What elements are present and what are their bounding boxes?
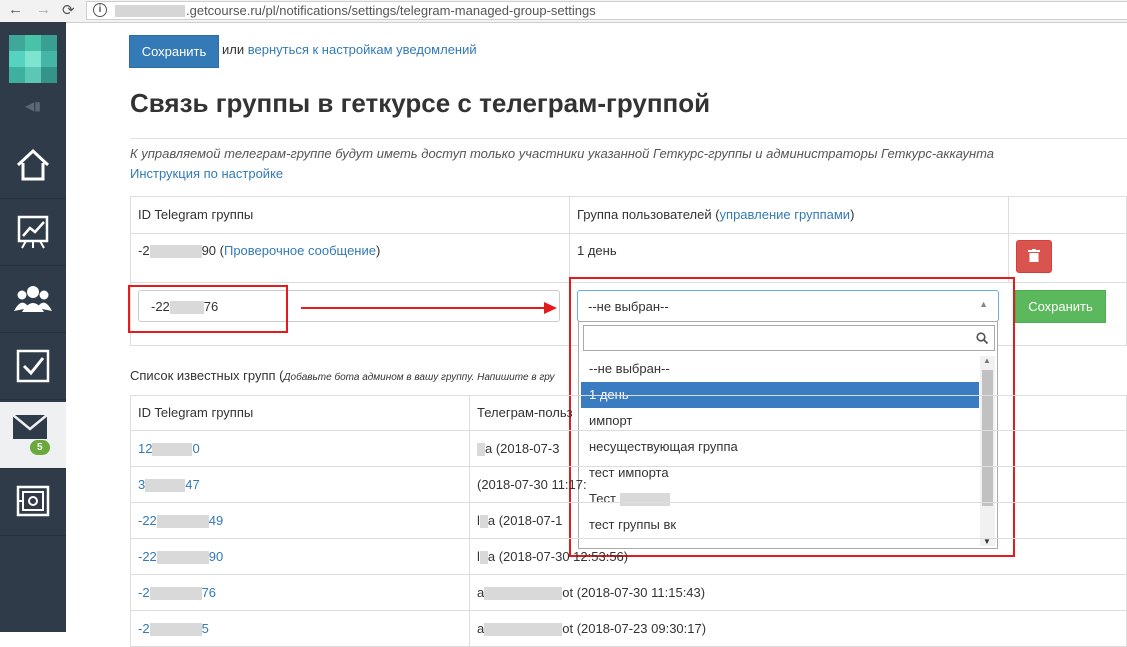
group-user: la (2018-07-1 (477, 513, 563, 529)
annotation-arrow (301, 307, 546, 309)
group-user: a ot (2018-07-23 09:30:17) (477, 621, 707, 637)
col-header-group: Группа пользователей (управление группам… (577, 207, 855, 222)
reload-icon[interactable]: ⟳ (62, 1, 75, 19)
blurred-text (156, 551, 209, 565)
main-content: Сохранить или вернуться к настройкам уве… (66, 22, 1127, 647)
home-icon (16, 148, 50, 181)
group-id-link[interactable]: -2 76 (138, 585, 216, 601)
blurred-text (152, 443, 193, 457)
blurred-text (149, 623, 202, 637)
sidebar: ◀▮ 5 (0, 22, 66, 632)
col-header-id: ID Telegram группы (138, 405, 254, 420)
sidebar-item-safe[interactable] (0, 469, 66, 536)
page-description: К управляемой телеграм-группе будут имет… (130, 146, 995, 161)
sidebar-item-home[interactable] (0, 132, 66, 199)
annotation-box (128, 285, 288, 333)
known-groups-title: Список известных групп (Добавьте бота ад… (130, 368, 555, 383)
group-user: a (2018-07-3 (477, 441, 559, 457)
blurred-text (156, 515, 209, 529)
delete-button[interactable] (1016, 240, 1052, 273)
sidebar-item-users[interactable] (0, 266, 66, 333)
group-user: (2018-07-30 11:17: (477, 477, 587, 492)
notification-badge: 5 (30, 440, 50, 455)
blurred-subdomain (115, 5, 185, 17)
logo-icon[interactable] (9, 35, 57, 83)
back-arrow-icon[interactable]: ← (8, 1, 23, 18)
group-id-link[interactable]: -22 49 (138, 513, 223, 529)
table-row (469, 502, 1127, 539)
sidebar-item-messages[interactable]: 5 (0, 402, 66, 469)
group-id-link[interactable]: -2 5 (138, 621, 209, 637)
blurred-text (484, 587, 563, 601)
check-message-link[interactable]: Проверочное сообщение (224, 243, 376, 258)
table-header-cell (1008, 196, 1127, 234)
group-user: la (2018-07-30 12:53:56) (477, 549, 629, 565)
table-cell (569, 233, 1009, 283)
back-link-row: или вернуться к настройкам уведомлений (222, 42, 477, 57)
table-row (469, 430, 1127, 467)
blurred-text (145, 479, 186, 493)
add-binding-save-button[interactable]: Сохранить (1015, 290, 1106, 323)
safe-icon (16, 485, 50, 517)
save-button[interactable]: Сохранить (129, 35, 219, 68)
group-id-link[interactable]: 12 0 (138, 441, 200, 457)
annotation-arrow-head (544, 302, 557, 314)
blurred-text (484, 623, 563, 637)
url-text: .getcourse.ru/pl/notifications/settings/… (186, 3, 596, 18)
binding-group: 1 день (577, 243, 617, 258)
group-id-link[interactable]: 3 47 (138, 477, 200, 493)
info-icon[interactable]: i (93, 3, 107, 17)
group-user: a ot (2018-07-30 11:15:43) (477, 585, 706, 601)
chart-icon (17, 215, 49, 249)
divider (130, 138, 1127, 139)
col-header-id: ID Telegram группы (138, 207, 254, 222)
binding-id: -2 90 (Проверочное сообщение) (138, 243, 381, 259)
users-icon (14, 286, 52, 312)
mail-icon (12, 414, 48, 439)
group-id-link[interactable]: -22 90 (138, 549, 223, 565)
address-bar[interactable]: i .getcourse.ru/pl/notifications/setting… (86, 1, 1127, 20)
col-header-user: Телеграм-польз (477, 405, 573, 420)
trash-icon (1028, 248, 1040, 262)
forward-arrow-icon[interactable]: → (36, 1, 51, 18)
instruction-link[interactable]: Инструкция по настройке (130, 166, 283, 181)
blurred-text (479, 515, 488, 529)
blurred-text (479, 551, 488, 565)
checkbox-icon (16, 349, 50, 383)
speaker-icon[interactable]: ◀▮ (25, 99, 41, 113)
back-to-notifications-link[interactable]: вернуться к настройкам уведомлений (248, 42, 477, 57)
sidebar-item-stats[interactable] (0, 199, 66, 266)
sidebar-item-tasks[interactable] (0, 333, 66, 400)
manage-groups-link[interactable]: управление группами (720, 207, 851, 222)
or-text: или (222, 42, 245, 57)
page-title: Связь группы в геткурсе с телеграм-групп… (130, 88, 711, 118)
blurred-text (477, 443, 485, 457)
blurred-text (149, 245, 202, 259)
blurred-text (149, 587, 202, 601)
browser-toolbar: ← → ⟳ i .getcourse.ru/pl/notifications/s… (0, 0, 1127, 23)
